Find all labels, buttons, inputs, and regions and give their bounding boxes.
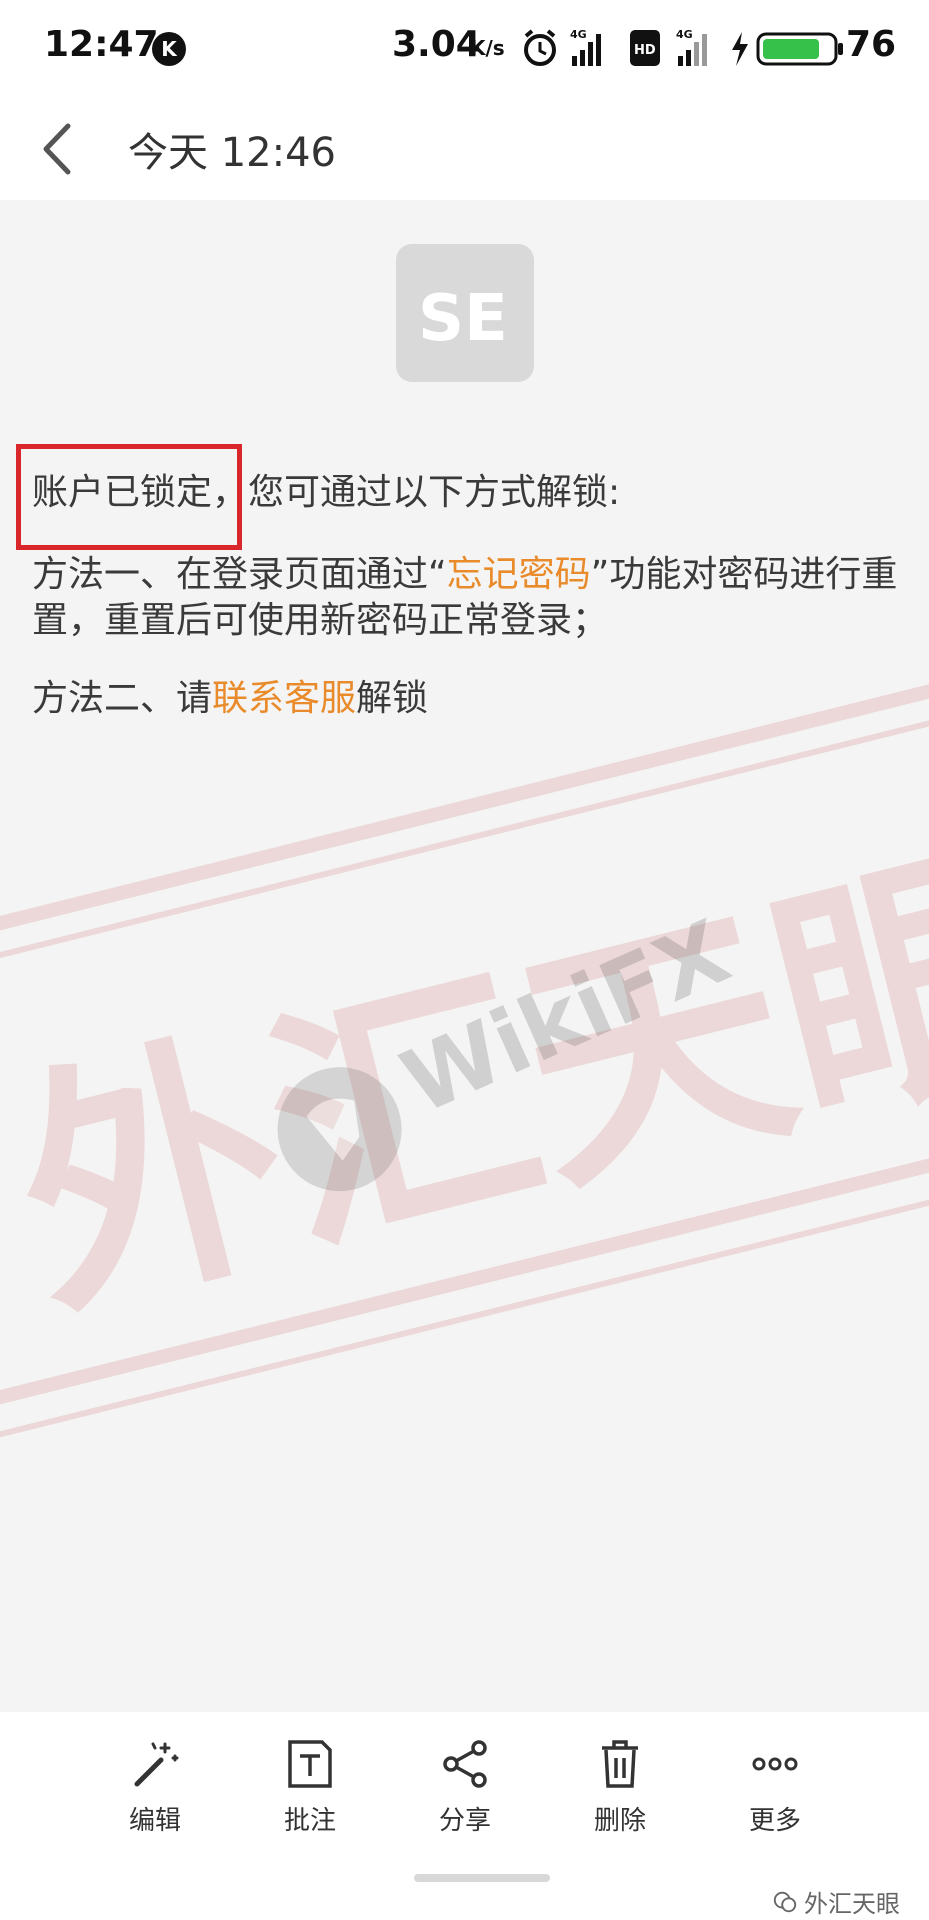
edit-label: 编辑 [128,1806,181,1836]
signal-4g-icon-2: 4G [676,28,707,66]
annotate-label: 批注 [283,1806,336,1836]
battery-percent: 76 [846,24,897,65]
contact-support-link[interactable]: 联系客服 [212,678,356,719]
alarm-icon [524,29,556,66]
se-logo-icon: SE [418,282,508,356]
svg-text:WikiFX: WikiFX [387,900,743,1134]
trash-icon [602,1740,638,1788]
wikifx-watermark: 外汇天眼 WikiFX [0,665,929,1447]
signal-4g-icon: 4G [570,28,601,66]
message-content: SE 账户已锁定，您可通过以下方式解锁: 方法一、在登录页面通过“忘记密码”功能… [0,200,929,1712]
home-indicator[interactable] [414,1874,550,1882]
svg-text:4G: 4G [570,28,587,41]
unlock-intro-text: 您可通过以下方式解锁: [248,472,621,513]
more-label: 更多 [748,1806,801,1836]
text-note-icon [288,1740,332,1788]
network-speed: 3.04 [392,24,481,65]
k-app-icon: K [152,32,186,66]
message-header: 今天 12:46 [0,98,929,200]
svg-text:HD: HD [634,43,656,58]
svg-text:外汇天眼: 外汇天眼 [0,811,929,1356]
delete-label: 删除 [593,1806,646,1836]
status-time: 12:47 [44,24,159,65]
annotate-button[interactable]: 批注 [255,1736,365,1856]
method-1-text: 方法一、在登录页面通过“忘记密码”功能对密码进行重置，重置后可使用新密码正常登录… [32,554,898,641]
charging-icon [732,32,748,66]
edit-button[interactable]: 编辑 [100,1736,210,1856]
bottom-toolbar: 编辑 批注 分享 删除 更多 外汇天眼 [0,1712,929,1920]
status-bar: 12:47 K 3.04 K/s 4G HD 4G 76 [0,0,929,98]
svg-text:4G: 4G [676,28,693,41]
header-timestamp: 今天 12:46 [128,130,336,176]
share-button[interactable]: 分享 [410,1736,520,1856]
red-highlight-box [16,444,242,550]
svg-text:SE: SE [418,282,508,356]
more-button[interactable]: 更多 [720,1736,830,1856]
hd-voice-icon: HD [630,30,660,66]
battery-icon [756,32,843,66]
wechat-icon [773,1891,797,1912]
delete-button[interactable]: 删除 [565,1736,675,1856]
network-speed-unit: K/s [470,36,505,60]
method-2-text: 方法二、请联系客服解锁 [32,678,429,719]
forgot-password-link[interactable]: 忘记密码 [447,554,591,595]
share-label: 分享 [438,1806,491,1836]
footer-brand: 外汇天眼 [772,1884,900,1919]
sender-logo: SE [396,244,534,382]
share-icon [443,1740,487,1788]
back-arrow-icon[interactable] [36,120,80,178]
status-icons: 4G HD 4G [524,28,843,66]
magic-wand-icon [134,1742,179,1787]
more-dots-icon [752,1757,798,1771]
